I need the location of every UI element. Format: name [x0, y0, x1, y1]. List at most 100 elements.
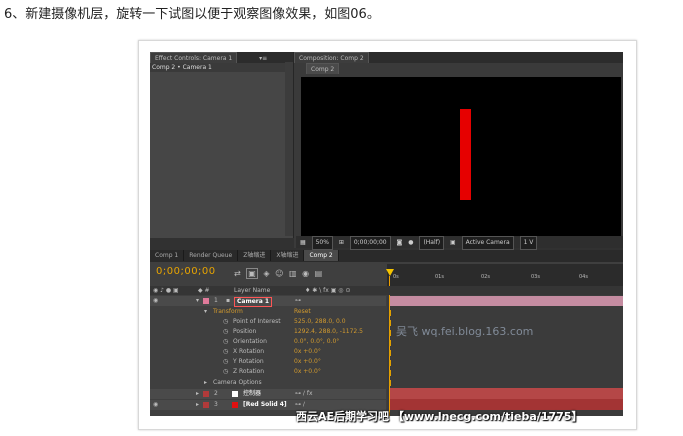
- draft-3d-icon[interactable]: ◈: [263, 269, 269, 278]
- red-solid-layer-preview: [460, 109, 471, 200]
- ruler-tick: 03s: [531, 274, 540, 280]
- resolution-select[interactable]: (Half): [419, 236, 445, 250]
- y-rotation-value[interactable]: 0x +0.0°: [294, 357, 321, 367]
- frame-blending-icon[interactable]: ▥: [289, 269, 297, 278]
- visibility-eye-icon[interactable]: ◉: [153, 296, 158, 306]
- z-rotation-value[interactable]: 0x +0.0°: [294, 367, 321, 377]
- region-icon[interactable]: ⊞: [339, 237, 344, 249]
- keyframe-marker[interactable]: [389, 330, 391, 336]
- layer-row-controller[interactable]: ▸ 2 控制器 ⊶ ∕ fx: [150, 389, 386, 399]
- effect-controls-breadcrumb: Comp 2 • Camera 1: [150, 63, 293, 72]
- viewer-timecode[interactable]: 0;00;00;00: [349, 236, 391, 250]
- layer-source-color: [232, 401, 238, 408]
- keyframe-marker[interactable]: [389, 350, 391, 356]
- keyframe-marker[interactable]: [389, 320, 391, 326]
- property-x-rotation[interactable]: ◷ X Rotation 0x +0.0°: [150, 347, 386, 357]
- layer-number: 2: [214, 390, 218, 397]
- visibility-eye-icon[interactable]: ◉: [153, 400, 158, 410]
- tab-comp-2[interactable]: Comp 2: [304, 250, 339, 261]
- blog-watermark: 吴飞 wq.fei.blog.163.com: [396, 325, 534, 338]
- tab-render-queue[interactable]: Render Queue: [184, 250, 239, 261]
- grid-icon[interactable]: ▦: [300, 237, 306, 249]
- effect-controls-panel: Effect Controls: Camera 1 ▾≡ Comp 2 • Ca…: [150, 52, 294, 238]
- position-value[interactable]: 1292.4, 288.0, -1172.5: [294, 327, 363, 337]
- time-ruler[interactable]: 0s 01s 02s 03s 04s: [387, 264, 623, 286]
- viewer-toolbar: ▦ 50% ⊞ 0;00;00;00 ◙ ● (Half) ▣ Active C…: [296, 236, 623, 250]
- layer-name[interactable]: [Red Solid 4]: [243, 400, 287, 410]
- color-channel-icon[interactable]: ●: [408, 237, 413, 249]
- snapshot-icon[interactable]: ◙: [397, 237, 403, 249]
- layer-name-header[interactable]: Layer Name: [234, 286, 270, 295]
- panel-menu-icon[interactable]: ▾≡: [259, 55, 267, 62]
- fast-preview-icon[interactable]: ▣: [450, 237, 456, 249]
- site-watermark: 西云AE后期学习吧 【www.lnecg.com/tieba/1775】: [296, 410, 583, 423]
- twirl-right-icon[interactable]: ▸: [196, 389, 199, 399]
- ruler-tick: 01s: [435, 274, 444, 280]
- transform-reset-link[interactable]: Reset: [294, 307, 311, 317]
- effect-controls-scrollbar[interactable]: [285, 62, 293, 236]
- switches-header: ♦ ✱ \ fx ▣ ◎ ⊙: [305, 287, 351, 294]
- property-point-of-interest[interactable]: ◷ Point of Interest 525.0, 288.0, 0.0: [150, 317, 386, 327]
- tab-z-axis[interactable]: Z轴缩进: [238, 250, 272, 261]
- stopwatch-icon[interactable]: ◷: [223, 357, 228, 367]
- layer-label-color[interactable]: [203, 401, 209, 408]
- property-y-rotation[interactable]: ◷ Y Rotation 0x +0.0°: [150, 357, 386, 367]
- ruler-tick: 04s: [579, 274, 588, 280]
- layer-label-color[interactable]: [203, 297, 209, 304]
- current-time-indicator[interactable]: [386, 269, 394, 276]
- timeline-tool-buttons: ⇄ ▣ ◈ ☺ ▥ ◉ ▤: [234, 268, 325, 279]
- keyframe-marker[interactable]: [389, 380, 391, 386]
- effect-controls-tab[interactable]: Effect Controls: Camera 1: [150, 52, 238, 63]
- timeline-timecode[interactable]: 0;00;00;00: [156, 266, 216, 277]
- stopwatch-icon[interactable]: ◷: [223, 367, 228, 377]
- stopwatch-icon[interactable]: ◷: [223, 337, 228, 347]
- keyframe-marker[interactable]: [389, 370, 391, 376]
- after-effects-window: Effect Controls: Camera 1 ▾≡ Comp 2 • Ca…: [150, 52, 623, 416]
- stopwatch-icon[interactable]: ◷: [223, 317, 228, 327]
- comp-2-tab[interactable]: Comp 2: [306, 63, 340, 74]
- x-rotation-value[interactable]: 0x +0.0°: [294, 347, 321, 357]
- keyframe-marker[interactable]: [389, 310, 391, 316]
- point-of-interest-value[interactable]: 525.0, 288.0, 0.0: [294, 317, 346, 327]
- property-orientation[interactable]: ◷ Orientation 0.0°, 0.0°, 0.0°: [150, 337, 386, 347]
- layer-number: 1: [214, 297, 218, 304]
- orientation-value[interactable]: 0.0°, 0.0°, 0.0°: [294, 337, 339, 347]
- twirl-right-icon[interactable]: ▸: [204, 378, 207, 388]
- tab-comp-1[interactable]: Comp 1: [150, 250, 185, 261]
- stopwatch-icon[interactable]: ◷: [223, 347, 228, 357]
- twirl-down-icon[interactable]: ▾: [196, 296, 199, 306]
- composition-tab[interactable]: Composition: Comp 2: [294, 52, 369, 63]
- camera-layer-icon: ▪: [226, 297, 231, 304]
- twirl-right-icon[interactable]: ▸: [196, 400, 199, 410]
- motion-blur-icon[interactable]: ◉: [302, 269, 309, 278]
- timeline-tabs: Comp 1 Render Queue Z轴缩进 X轴缩进 Comp 2: [150, 250, 623, 262]
- camera-view-select[interactable]: Active Camera: [461, 236, 514, 250]
- stopwatch-icon[interactable]: ◷: [223, 327, 228, 337]
- twirl-down-icon[interactable]: ▾: [204, 307, 207, 317]
- property-z-rotation[interactable]: ◷ Z Rotation 0x +0.0°: [150, 367, 386, 377]
- parent-pickwhip-icon[interactable]: ⊶: [295, 296, 301, 306]
- live-update-icon[interactable]: ▣: [246, 268, 258, 279]
- camera-layer-duration-bar[interactable]: [390, 296, 623, 306]
- eye-icon: ◉ ♪ ● ▣: [153, 287, 179, 294]
- layer-name[interactable]: Camera 1: [234, 297, 273, 307]
- layer-label-color[interactable]: [203, 390, 209, 397]
- graph-editor-icon[interactable]: ▤: [315, 269, 323, 278]
- caption-text: 6、新建摄像机层，旋转一下试图以便于观察图像效果，如图06。: [4, 7, 380, 22]
- controller-layer-duration-bar[interactable]: [390, 388, 623, 399]
- keyframe-marker[interactable]: [389, 360, 391, 366]
- property-camera-options[interactable]: ▸ Camera Options: [150, 378, 386, 388]
- shy-icon[interactable]: ☺: [275, 269, 283, 278]
- property-transform[interactable]: ▾ Transform Reset: [150, 307, 386, 317]
- layer-name[interactable]: 控制器: [243, 389, 261, 399]
- layer-number: 3: [214, 401, 218, 408]
- property-position[interactable]: ◷ Position 1292.4, 288.0, -1172.5: [150, 327, 386, 337]
- layer-row-camera[interactable]: ◉ ▾ 1 ▪ Camera 1 ⊶: [150, 296, 386, 307]
- ruler-tick: 02s: [481, 274, 490, 280]
- switches-icon[interactable]: ⊶ ∕ fx: [295, 389, 313, 399]
- composition-mini-flowchart-icon[interactable]: ⇄: [234, 269, 241, 278]
- zoom-select[interactable]: 50%: [311, 236, 333, 250]
- keyframe-marker[interactable]: [389, 340, 391, 346]
- view-layout-select[interactable]: 1 V: [519, 236, 538, 250]
- tab-x-axis[interactable]: X轴缩进: [271, 250, 305, 261]
